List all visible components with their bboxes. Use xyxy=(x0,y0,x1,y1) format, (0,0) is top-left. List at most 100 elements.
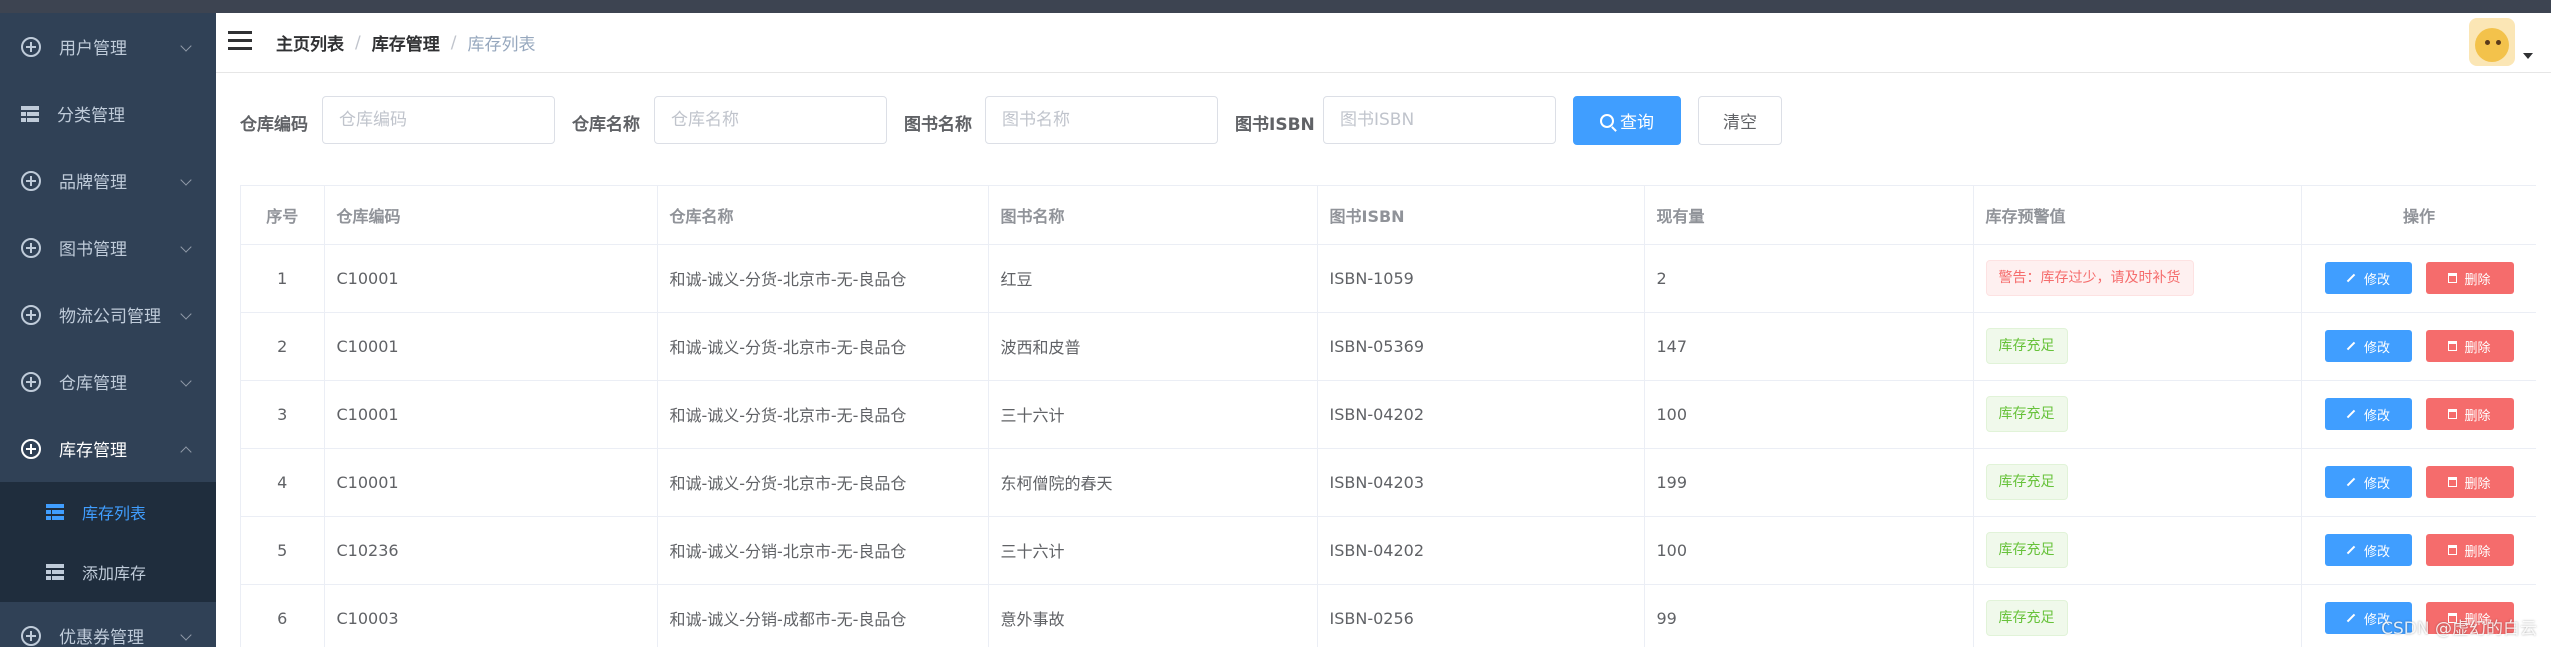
sidebar-item-books[interactable]: 图书管理 xyxy=(0,214,216,281)
delete-button[interactable]: 删除 xyxy=(2425,262,2514,294)
stock-status-tag: 库存充足 xyxy=(1985,328,2068,364)
edit-icon xyxy=(2346,613,2356,623)
cell-warehouse-name: 和诚-诚义-分货-北京市-无-良品仓 xyxy=(657,380,989,449)
sidebar-item-label: 库存管理 xyxy=(59,441,127,461)
edit-button-label: 修改 xyxy=(2363,340,2390,356)
sidebar-item-logistics[interactable]: 物流公司管理 xyxy=(0,281,216,348)
breadcrumb-current: 库存列表 xyxy=(467,35,536,55)
cell-book-isbn: ISBN-05369 xyxy=(1317,312,1645,381)
edit-button[interactable]: 修改 xyxy=(2324,330,2412,362)
search-icon xyxy=(1600,113,1614,128)
cell-quantity: 99 xyxy=(1644,584,1974,647)
edit-button[interactable]: 修改 xyxy=(2324,262,2412,294)
query-button[interactable]: 查询 xyxy=(1573,96,1681,145)
cell-warehouse-code: C10236 xyxy=(324,516,658,585)
cell-book-isbn: ISBN-04202 xyxy=(1317,380,1645,449)
cell-book-isbn: ISBN-04203 xyxy=(1317,448,1645,517)
cell-book-name: 东柯僧院的春天 xyxy=(988,448,1318,517)
delete-button[interactable]: 删除 xyxy=(2425,330,2514,362)
cell-actions: 修改 删除 xyxy=(2301,380,2536,449)
cell-book-isbn: ISBN-0256 xyxy=(1317,584,1645,647)
chevron-down-icon xyxy=(180,375,192,387)
column-header: 图书名称 xyxy=(988,186,1318,245)
sidebar-item-brands[interactable]: 品牌管理 xyxy=(0,147,216,214)
cell-index: 4 xyxy=(241,448,325,517)
table-row: 3 C10001 和诚-诚义-分货-北京市-无-良品仓 三十六计 ISBN-04202 1… xyxy=(241,380,2536,449)
warehouse-name-input[interactable] xyxy=(654,96,887,144)
book-name-label: 图书名称 xyxy=(904,115,972,135)
sidebar-item-label: 物流公司管理 xyxy=(59,307,161,327)
delete-button[interactable]: 删除 xyxy=(2425,398,2514,430)
submenu-item-inventory-list[interactable]: 库存列表 xyxy=(0,482,216,542)
cell-book-name: 红豆 xyxy=(988,244,1318,313)
menu-circle-icon xyxy=(21,371,41,392)
stock-status-tag: 警告：库存过少，请及时补货 xyxy=(1985,260,2194,296)
menu-circle-icon xyxy=(21,36,41,57)
hamburger-icon[interactable] xyxy=(228,31,252,51)
column-header: 仓库名称 xyxy=(657,186,989,245)
menu-circle-icon xyxy=(21,438,41,459)
submenu-item-add-inventory[interactable]: 添加库存 xyxy=(0,542,216,602)
warehouse-code-input[interactable] xyxy=(322,96,555,144)
submenu-item-label: 库存列表 xyxy=(82,504,147,523)
cell-index: 3 xyxy=(241,380,325,449)
table-row: 4 C10001 和诚-诚义-分货-北京市-无-良品仓 东柯僧院的春天 ISBN-042… xyxy=(241,448,2536,517)
trash-icon xyxy=(2448,477,2458,487)
cell-index: 1 xyxy=(241,244,325,313)
delete-button-label: 删除 xyxy=(2464,544,2491,560)
cell-quantity: 199 xyxy=(1644,448,1974,517)
edit-button-label: 修改 xyxy=(2363,408,2390,424)
delete-button[interactable]: 删除 xyxy=(2425,534,2514,566)
clear-button[interactable]: 清空 xyxy=(1698,96,1782,145)
edit-icon xyxy=(2346,341,2356,351)
cell-warehouse-name: 和诚-诚义-分销-成都市-无-良品仓 xyxy=(657,584,989,647)
menu-circle-icon xyxy=(21,170,41,191)
book-name-input[interactable] xyxy=(985,96,1218,144)
sidebar-item-label: 用户管理 xyxy=(59,39,127,59)
sidebar-item-warehouses[interactable]: 仓库管理 xyxy=(0,348,216,415)
cell-warehouse-code: C10001 xyxy=(324,380,658,449)
sidebar-item-users[interactable]: 用户管理 xyxy=(0,13,216,80)
edit-icon xyxy=(2346,477,2356,487)
delete-button[interactable]: 删除 xyxy=(2425,466,2514,498)
sidebar-item-label: 仓库管理 xyxy=(59,374,127,394)
cell-quantity: 100 xyxy=(1644,516,1974,585)
sidebar-item-coupons[interactable]: 优惠券管理 xyxy=(0,602,216,647)
breadcrumb-separator: / xyxy=(450,32,457,53)
edit-button-label: 修改 xyxy=(2363,476,2390,492)
cell-stock-warning: 库存充足 xyxy=(1973,312,2302,381)
sidebar-item-categories[interactable]: 分类管理 xyxy=(0,80,216,147)
caret-down-icon[interactable] xyxy=(2523,53,2533,59)
sidebar-item-label: 优惠券管理 xyxy=(59,628,144,647)
cell-index: 2 xyxy=(241,312,325,381)
cell-quantity: 100 xyxy=(1644,380,1974,449)
delete-button-label: 删除 xyxy=(2464,476,2491,492)
breadcrumb-home[interactable]: 主页列表 xyxy=(276,30,344,55)
breadcrumb-inventory[interactable]: 库存管理 xyxy=(372,30,440,55)
sidebar-item-inventory[interactable]: 库存管理 xyxy=(0,415,216,482)
top-strip xyxy=(0,0,2551,13)
cell-warehouse-name: 和诚-诚义-分货-北京市-无-良品仓 xyxy=(657,312,989,381)
menu-circle-icon xyxy=(21,237,41,258)
book-isbn-input[interactable] xyxy=(1323,96,1556,144)
edit-button[interactable]: 修改 xyxy=(2324,466,2412,498)
edit-button[interactable]: 修改 xyxy=(2324,534,2412,566)
cell-book-name: 波西和皮普 xyxy=(988,312,1318,381)
cell-warehouse-name: 和诚-诚义-分货-北京市-无-良品仓 xyxy=(657,244,989,313)
chevron-down-icon xyxy=(180,241,192,253)
table-icon xyxy=(46,564,64,580)
table-row: 5 C10236 和诚-诚义-分销-北京市-无-良品仓 三十六计 ISBN-04202 1… xyxy=(241,516,2536,585)
cell-quantity: 147 xyxy=(1644,312,1974,381)
chevron-down-icon xyxy=(180,40,192,52)
avatar[interactable] xyxy=(2469,18,2515,66)
cell-index: 6 xyxy=(241,584,325,647)
delete-button-label: 删除 xyxy=(2464,272,2491,288)
chevron-down-icon xyxy=(180,308,192,320)
edit-button[interactable]: 修改 xyxy=(2324,398,2412,430)
cell-stock-warning: 库存充足 xyxy=(1973,584,2302,647)
stock-status-tag: 库存充足 xyxy=(1985,532,2068,568)
cell-quantity: 2 xyxy=(1644,244,1974,313)
cell-stock-warning: 库存充足 xyxy=(1973,448,2302,517)
inventory-submenu: 库存列表 添加库存 xyxy=(0,482,216,602)
delete-button-label: 删除 xyxy=(2464,340,2491,356)
